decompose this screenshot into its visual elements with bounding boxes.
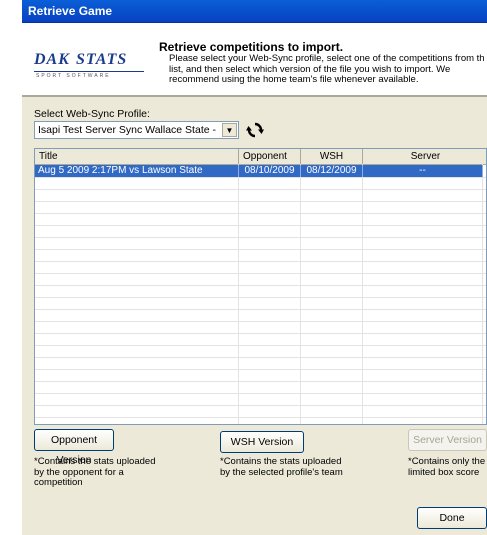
competition-grid[interactable]: Title Opponent WSH Server Aug 5 2009 2:1…	[34, 148, 487, 425]
logo-subtitle: SPORT SOFTWARE	[36, 73, 111, 79]
profile-label: Select Web-Sync Profile:	[34, 108, 150, 120]
grid-row-line	[35, 213, 486, 214]
server-version-button[interactable]: Server Version	[408, 429, 487, 451]
grid-row-line	[35, 237, 486, 238]
grid-column-line	[300, 164, 301, 424]
cell-title: Aug 5 2009 2:17PM vs Lawson State	[35, 165, 239, 177]
grid-row-line	[35, 201, 486, 202]
grid-column-line	[362, 164, 363, 424]
opponent-version-note: *Contains the stats uploaded by the oppo…	[34, 456, 156, 488]
header-description: Please select your Web-Sync profile, sel…	[169, 53, 485, 85]
header-title: Retrieve competitions to import.	[159, 40, 344, 54]
grid-row-line	[35, 321, 486, 322]
grid-row-line	[35, 405, 486, 406]
column-header-wsh[interactable]: WSH	[301, 149, 363, 164]
grid-row-line	[35, 309, 486, 310]
grid-column-line	[238, 164, 239, 424]
grid-row-line	[35, 189, 486, 190]
grid-row-line	[35, 177, 486, 178]
refresh-icon[interactable]	[246, 121, 264, 139]
grid-row-line	[35, 225, 486, 226]
grid-row-line	[35, 345, 486, 346]
grid-column-line	[482, 164, 483, 424]
table-row[interactable]: Aug 5 2009 2:17PM vs Lawson State 08/10/…	[35, 165, 486, 177]
grid-row-line	[35, 369, 486, 370]
dakstats-logo: DAK STATS SPORT SOFTWARE	[34, 51, 152, 79]
grid-row-line	[35, 393, 486, 394]
grid-row-line	[35, 285, 486, 286]
column-header-title[interactable]: Title	[35, 149, 239, 164]
column-header-server[interactable]: Server	[363, 149, 486, 164]
window-title: Retrieve Game	[28, 4, 113, 18]
grid-row-line	[35, 333, 486, 334]
server-version-note: *Contains only the limited box score	[408, 456, 486, 478]
grid-row-line	[35, 357, 486, 358]
profile-select-value: Isapi Test Server Sync Wallace State -	[38, 124, 216, 136]
header-panel: DAK STATS SPORT SOFTWARE Retrieve compet…	[22, 23, 487, 97]
cell-server: --	[363, 165, 483, 177]
column-header-opponent[interactable]: Opponent	[239, 149, 301, 164]
logo-underline	[34, 71, 144, 72]
logo-word-dak: DAK	[34, 51, 70, 68]
grid-row-line	[35, 261, 486, 262]
wsh-version-note: *Contains the stats uploaded by the sele…	[220, 456, 343, 478]
grid-row-line	[35, 297, 486, 298]
cell-wsh: 08/12/2009	[301, 165, 363, 177]
grid-row-line	[35, 249, 486, 250]
done-button[interactable]: Done	[417, 507, 487, 529]
chevron-down-icon[interactable]: ▼	[222, 123, 237, 137]
title-bar[interactable]: Retrieve Game	[22, 0, 487, 23]
opponent-version-button[interactable]: Opponent Version	[34, 429, 114, 466]
grid-row-line	[35, 381, 486, 382]
retrieve-game-window: Retrieve Game DAK STATS SPORT SOFTWARE R…	[22, 0, 487, 535]
grid-row-line	[35, 273, 486, 274]
wsh-version-button[interactable]: WSH Version	[220, 431, 304, 453]
cell-opponent: 08/10/2009	[239, 165, 301, 177]
logo-word-stats: STATS	[76, 51, 128, 68]
grid-row-line	[35, 417, 486, 418]
grid-header: Title Opponent WSH Server	[35, 149, 486, 165]
profile-select[interactable]: Isapi Test Server Sync Wallace State - ▼	[34, 121, 239, 139]
